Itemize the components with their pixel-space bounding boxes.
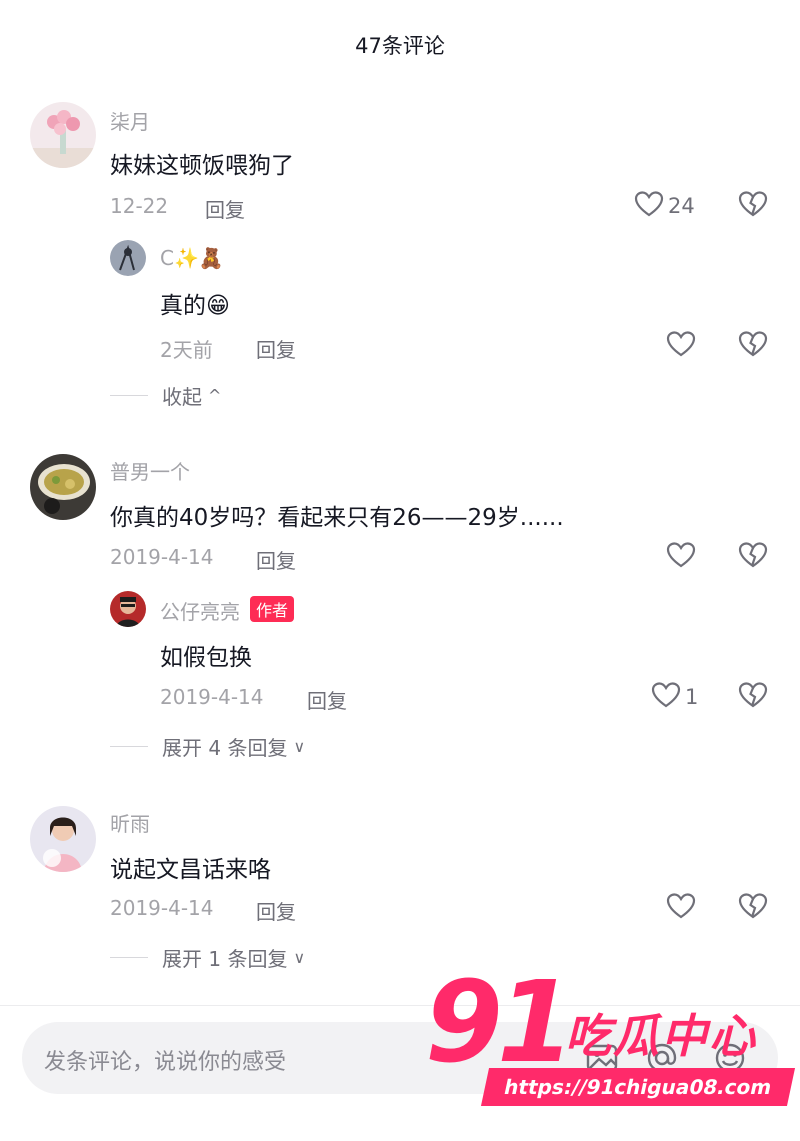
- comment-username[interactable]: 昕雨: [110, 808, 150, 837]
- like-button[interactable]: 24: [634, 190, 695, 222]
- comment-input-placeholder: 发条评论，说说你的感受: [44, 1050, 287, 1075]
- comment-text: 你真的40岁吗？看起来只有26——29岁......: [110, 505, 564, 531]
- reply-username[interactable]: C✨🧸: [160, 246, 224, 270]
- like-button[interactable]: [666, 330, 696, 362]
- broken-heart-icon: [738, 542, 768, 573]
- watermark-text: 吃瓜中心: [565, 1009, 757, 1063]
- expand-label: 收起: [162, 384, 202, 409]
- comment-username[interactable]: 普男一个: [110, 456, 190, 485]
- reply-button[interactable]: 回复: [256, 334, 296, 363]
- comment-count-title: 47条评论: [355, 34, 445, 58]
- chevron-up-icon: ^: [208, 385, 222, 405]
- reply-username[interactable]: 公仔亮亮 作者: [160, 596, 295, 625]
- like-button[interactable]: [666, 541, 696, 573]
- broken-heart-icon: [738, 191, 768, 222]
- dislike-button[interactable]: [738, 681, 770, 713]
- expand-replies-button[interactable]: 展开 1 条回复 ∨: [110, 942, 305, 972]
- like-count: 1: [685, 685, 699, 709]
- avatar[interactable]: [110, 591, 146, 627]
- dislike-button[interactable]: [738, 541, 770, 573]
- comment-text: 说起文昌话来咯: [110, 857, 271, 883]
- divider: [110, 394, 148, 396]
- reply-text: 真的😁: [160, 293, 230, 319]
- broken-heart-icon: [738, 893, 768, 924]
- heart-icon: [666, 330, 696, 362]
- dislike-button[interactable]: [738, 190, 770, 222]
- comment-date: 2019-4-14: [110, 545, 214, 569]
- dislike-button[interactable]: [738, 330, 770, 362]
- divider: [110, 956, 148, 958]
- expand-label: 展开 4 条回复: [162, 735, 288, 760]
- reply-button[interactable]: 回复: [307, 685, 347, 714]
- avatar[interactable]: [30, 454, 96, 520]
- like-count: 24: [668, 194, 695, 218]
- avatar[interactable]: [30, 806, 96, 872]
- reply-text: 如假包换: [160, 645, 252, 671]
- watermark-url: https://91chigua08.com: [480, 1068, 796, 1106]
- reply-username-text: 公仔亮亮: [160, 600, 240, 624]
- heart-icon: [634, 190, 664, 222]
- avatar[interactable]: [30, 102, 96, 168]
- like-button[interactable]: [666, 892, 696, 924]
- chevron-down-icon: ∨: [293, 736, 306, 756]
- comments-header: 47条评论: [0, 0, 800, 95]
- reply-date: 2天前: [160, 338, 213, 362]
- heart-icon: [666, 892, 696, 924]
- heart-icon: [666, 541, 696, 573]
- author-badge: 作者: [250, 596, 295, 622]
- comment-date: 2019-4-14: [110, 896, 214, 920]
- comment-username[interactable]: 柒月: [110, 106, 150, 135]
- reply-button[interactable]: 回复: [256, 545, 296, 574]
- chevron-down-icon: ∨: [293, 947, 306, 967]
- comment-date: 12-22: [110, 194, 169, 218]
- like-button[interactable]: 1: [651, 681, 698, 713]
- expand-label: 展开 1 条回复: [162, 946, 288, 971]
- broken-heart-icon: [738, 682, 768, 713]
- reply-button[interactable]: 回复: [205, 194, 245, 223]
- broken-heart-icon: [738, 331, 768, 362]
- comment-text: 妹妹这顿饭喂狗了: [110, 153, 294, 179]
- reply-button[interactable]: 回复: [256, 896, 296, 925]
- reply-date: 2019-4-14: [160, 685, 264, 709]
- watermark-logo: 91 吃瓜中心 https://91chigua08.com: [425, 958, 796, 1112]
- avatar[interactable]: [110, 240, 146, 276]
- expand-replies-button[interactable]: 展开 4 条回复 ∨: [110, 731, 305, 761]
- heart-icon: [651, 681, 681, 713]
- collapse-replies-button[interactable]: 收起 ^: [110, 380, 221, 410]
- dislike-button[interactable]: [738, 892, 770, 924]
- divider: [110, 745, 148, 747]
